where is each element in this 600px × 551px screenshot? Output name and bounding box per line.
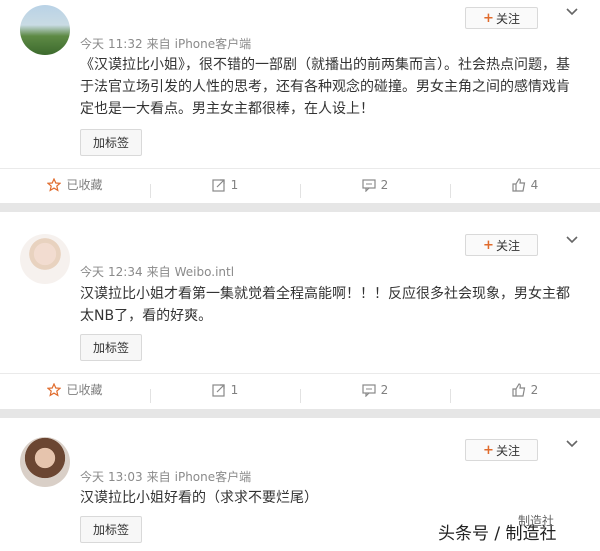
post-text: 《汉谟拉比小姐》，很不错的一部剧（就播出的前两集而言）。社会热点问题，基于法官立…	[80, 57, 570, 117]
post-text: 汉谟拉比小姐好看的（求求不要烂尾）	[80, 490, 318, 506]
action-bar: 已收藏 1 2 2	[0, 373, 600, 405]
thumbs-up-icon	[512, 177, 525, 192]
repost-button[interactable]: 1	[150, 178, 300, 198]
comment-icon	[362, 178, 376, 192]
action-bar: 已收藏 1 2 4	[0, 168, 600, 200]
watermark-logo: 制造社	[518, 514, 555, 528]
source-link[interactable]: Weibo.intl	[175, 265, 234, 279]
add-tag-button[interactable]: 加标签	[80, 129, 142, 156]
comment-button[interactable]: 2	[300, 383, 450, 403]
post-meta: 今天 13:03 来自 iPhone客户端	[80, 470, 252, 484]
comment-icon	[362, 383, 376, 397]
star-icon	[47, 382, 62, 397]
plus-icon: +	[483, 10, 494, 26]
chevron-down-icon[interactable]	[564, 4, 580, 20]
avatar[interactable]	[20, 5, 70, 55]
source-link[interactable]: iPhone客户端	[175, 470, 252, 484]
avatar[interactable]	[20, 437, 70, 487]
plus-icon: +	[483, 442, 494, 458]
follow-button[interactable]: + 关注	[465, 439, 538, 461]
avatar[interactable]	[20, 234, 70, 284]
like-button[interactable]: 2	[450, 382, 600, 403]
follow-button[interactable]: + 关注	[465, 234, 538, 256]
plus-icon: +	[483, 237, 494, 253]
star-icon	[47, 177, 62, 192]
add-tag-button[interactable]: 加标签	[80, 516, 142, 543]
post-meta: 今天 12:34 来自 Weibo.intl	[80, 265, 235, 279]
post-text: 汉谟拉比小姐才看第一集就觉着全程高能啊！！！反应很多社会现象，男女主都太NB了，…	[80, 286, 570, 324]
comment-button[interactable]: 2	[300, 178, 450, 198]
post-meta: 今天 11:32 来自 iPhone客户端	[80, 37, 252, 51]
thumbs-up-icon	[512, 382, 525, 397]
chevron-down-icon[interactable]	[564, 232, 580, 248]
add-tag-button[interactable]: 加标签	[80, 334, 142, 361]
share-icon	[212, 383, 225, 397]
share-icon	[212, 178, 225, 192]
source-link[interactable]: iPhone客户端	[175, 37, 252, 51]
chevron-down-icon[interactable]	[564, 436, 580, 452]
favorite-button[interactable]: 已收藏	[0, 381, 150, 398]
favorite-button[interactable]: 已收藏	[0, 176, 150, 193]
follow-button[interactable]: + 关注	[465, 7, 538, 29]
repost-button[interactable]: 1	[150, 383, 300, 403]
like-button[interactable]: 4	[450, 177, 600, 198]
